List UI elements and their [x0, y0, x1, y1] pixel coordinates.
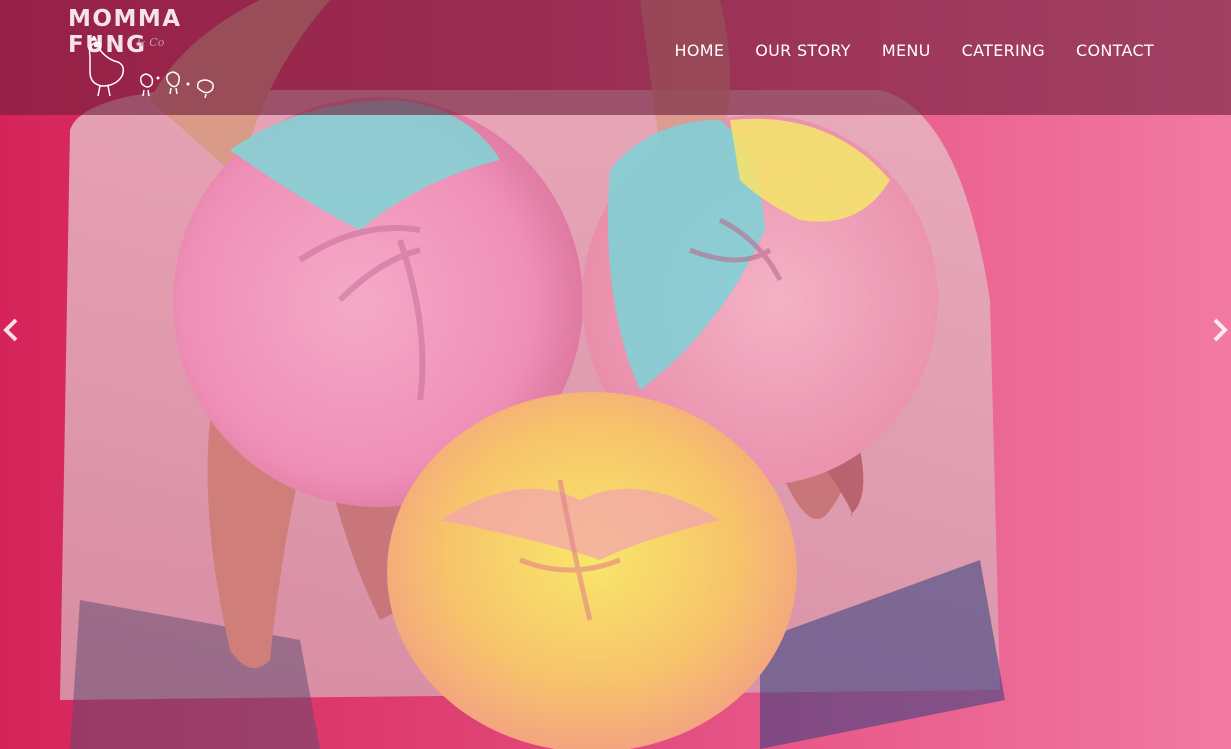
nav-menu[interactable]: MENU	[882, 41, 931, 60]
nav-contact[interactable]: CONTACT	[1076, 41, 1154, 60]
hen-and-chicks-icon	[88, 36, 214, 99]
nav-catering[interactable]: CATERING	[962, 41, 1045, 60]
main-nav: HOME OUR STORY MENU CATERING CONTACT	[674, 41, 1154, 60]
site-header: MOMMA FUNG & Co HOME OUR STORY MENU CATE…	[0, 0, 1231, 115]
nav-home[interactable]: HOME	[674, 41, 724, 60]
slider-next-button[interactable]	[1209, 312, 1231, 348]
nav-our-story[interactable]: OUR STORY	[755, 41, 851, 60]
chevron-left-icon	[3, 318, 18, 342]
chevron-right-icon	[1213, 318, 1228, 342]
slider-prev-button[interactable]	[0, 312, 22, 348]
logo[interactable]: MOMMA FUNG & Co	[66, 4, 266, 104]
